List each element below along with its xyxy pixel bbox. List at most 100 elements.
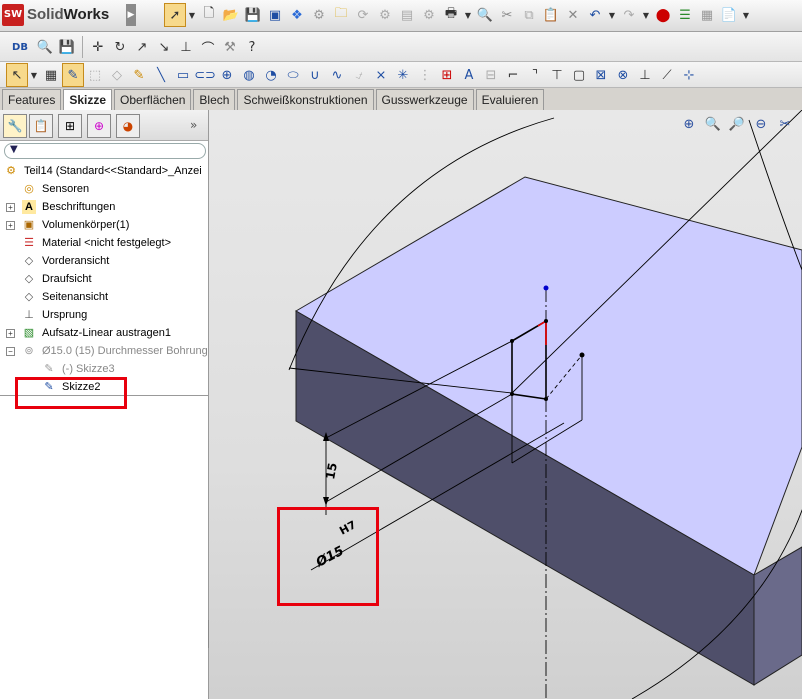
graphics-area[interactable]: 15 Ø15 H7 ⊕ 🔍 🔎 ⊖ ✂	[209, 110, 802, 699]
refresh-icon[interactable]: ⟳	[352, 3, 374, 27]
point-icon[interactable]: ⨯	[370, 63, 392, 87]
tree-item-sensoren[interactable]: ◎ Sensoren	[0, 180, 208, 198]
linear-pattern-icon[interactable]: ⊗	[612, 63, 634, 87]
dimension-icon[interactable]: ✎	[128, 63, 150, 87]
perimeter-circle-icon[interactable]: ◍	[238, 63, 260, 87]
relations-icon[interactable]: ⊥	[634, 63, 656, 87]
display-manager-icon[interactable]: ◕	[116, 114, 140, 138]
feature-manager-tree-icon[interactable]: 🔧	[3, 114, 27, 138]
trim-icon[interactable]: ⊤	[546, 63, 568, 87]
tree-item-material[interactable]: ☰ Material <nicht festgelegt>	[0, 234, 208, 252]
mirror-entities-icon[interactable]: ⊞	[436, 63, 458, 87]
text-icon[interactable]: A	[458, 63, 480, 87]
tree-item-skizze3[interactable]: ✎ (-) Skizze3	[0, 360, 208, 378]
zoom-icon[interactable]: 🔍	[34, 35, 56, 59]
collapse-icon[interactable]: −	[6, 347, 15, 356]
quick-snaps-icon[interactable]: ⊹	[678, 63, 700, 87]
depth-dimension-label[interactable]: 15	[323, 462, 340, 481]
help-icon[interactable]: ?	[241, 35, 263, 59]
centerline-icon[interactable]: ✳	[392, 63, 414, 87]
properties-icon[interactable]: 📄	[718, 3, 740, 27]
base-icon[interactable]: ⊥	[175, 35, 197, 59]
chevron-down-icon[interactable]: ▼	[640, 3, 652, 27]
tab-schweisskonstruktionen[interactable]: Schweißkonstruktionen	[237, 89, 374, 110]
tab-blech[interactable]: Blech	[193, 89, 236, 110]
chevron-down-icon[interactable]: ▼	[186, 3, 198, 27]
previous-view-icon[interactable]: 🔎	[726, 114, 748, 134]
assembly-icon[interactable]: ❖	[286, 3, 308, 27]
tab-skizze[interactable]: Skizze	[63, 89, 113, 111]
print-preview-icon[interactable]: 🔍	[474, 3, 496, 27]
smart-dimension-icon[interactable]: ◇	[106, 63, 128, 87]
print-icon[interactable]: 🖶	[440, 3, 462, 27]
section-view-icon[interactable]: ✂	[774, 114, 796, 134]
convert-entities-icon[interactable]: ⊠	[590, 63, 612, 87]
save-icon[interactable]: 💾	[242, 3, 264, 27]
expand-icon[interactable]: +	[6, 221, 15, 230]
tree-item-ursprung[interactable]: ⊥ Ursprung	[0, 306, 208, 324]
redo-icon[interactable]: ↷	[618, 3, 640, 27]
chevron-down-icon[interactable]: ▼	[462, 3, 474, 27]
tree-item-volumenkoerper[interactable]: + ▣ Volumenkörper(1)	[0, 216, 208, 234]
tree-item-aufsatz[interactable]: + ▧ Aufsatz-Linear austragen1	[0, 324, 208, 342]
grid-icon[interactable]: ▦	[40, 63, 62, 87]
fillet-icon[interactable]: ⌐	[502, 63, 524, 87]
tab-evaluieren[interactable]: Evaluieren	[475, 89, 545, 110]
tab-oberflaechen[interactable]: Oberflächen	[114, 89, 192, 110]
rebuild-icon[interactable]: ⚙	[308, 3, 330, 27]
undo-icon[interactable]: ↶	[584, 3, 606, 27]
tab-gusswerkzeuge[interactable]: Gusswerkzeuge	[375, 89, 474, 110]
options-icon[interactable]: ⚙	[418, 3, 440, 27]
grid-options-icon[interactable]: ▦	[696, 3, 718, 27]
copy-icon[interactable]: ⧉	[518, 3, 540, 27]
zoom-out-icon[interactable]: ⊖	[750, 114, 772, 134]
select-arrow-icon[interactable]: ➚	[164, 3, 186, 27]
dimxpert-icon[interactable]: ⊕	[87, 114, 111, 138]
circle-icon[interactable]: ⊕	[216, 63, 238, 87]
zoom-to-fit-icon[interactable]: ⊕	[678, 114, 700, 134]
list-icon[interactable]: ☰	[674, 3, 696, 27]
tree-item-draufsicht[interactable]: ◇ Draufsicht	[0, 270, 208, 288]
pattern-icon[interactable]: ⚙	[374, 3, 396, 27]
tree-item-vorderansicht[interactable]: ◇ Vorderansicht	[0, 252, 208, 270]
line-icon[interactable]: ╲	[150, 63, 172, 87]
tree-item-bohrung[interactable]: − ⊚ Ø15.0 (15) Durchmesser Bohrung1	[0, 342, 208, 360]
expand-pane-icon[interactable]: »	[190, 118, 197, 132]
offset-icon[interactable]: ▢	[568, 63, 590, 87]
save-all-icon[interactable]: ▣	[264, 3, 286, 27]
tree-item-beschriftungen[interactable]: + A Beschriftungen	[0, 198, 208, 216]
new-document-icon[interactable]: 🗋	[198, 3, 220, 27]
expand-icon[interactable]: +	[6, 329, 15, 338]
chevron-down-icon[interactable]: ▼	[606, 3, 618, 27]
arc-icon[interactable]: ◔	[260, 63, 282, 87]
chevron-down-icon[interactable]: ▼	[740, 3, 752, 27]
slot-icon[interactable]: ⊂⊃	[194, 63, 216, 87]
arch-icon[interactable]: ⌒	[197, 35, 219, 59]
ellipse-icon[interactable]: ⬭	[282, 63, 304, 87]
tree-item-seitenansicht[interactable]: ◇ Seitenansicht	[0, 288, 208, 306]
cut-icon[interactable]: ✂	[496, 3, 518, 27]
property-manager-icon[interactable]: 📋	[29, 114, 53, 138]
open-folder-icon[interactable]: 📂	[220, 3, 242, 27]
rectangle-icon[interactable]: ▭	[172, 63, 194, 87]
save-icon[interactable]: 💾	[56, 35, 78, 59]
sketch-icon[interactable]: ✎	[62, 63, 84, 87]
parabola-icon[interactable]: ∪	[304, 63, 326, 87]
traffic-light-icon[interactable]: ⬤	[652, 3, 674, 27]
plane-icon[interactable]: ⊟	[480, 63, 502, 87]
line-arrow-icon[interactable]: ↗	[131, 35, 153, 59]
db-button[interactable]: DB	[6, 35, 34, 59]
diagonal-arrow-icon[interactable]: ↘	[153, 35, 175, 59]
mirror-icon[interactable]: ⋮	[414, 63, 436, 87]
delete-icon[interactable]: ✕	[562, 3, 584, 27]
3d-sketch-icon[interactable]: ⬚	[84, 63, 106, 87]
zoom-to-area-icon[interactable]: 🔍	[702, 114, 724, 134]
tree-root[interactable]: ⚙ Teil14 (Standard<<Standard>_Anzei	[0, 162, 208, 180]
chamfer-icon[interactable]: ⌝	[524, 63, 546, 87]
tool-icon[interactable]: ⚒	[219, 35, 241, 59]
file-properties-icon[interactable]: ▤	[396, 3, 418, 27]
repair-icon[interactable]: ⟋	[656, 63, 678, 87]
menu-expand-arrow[interactable]: ▶	[126, 4, 136, 26]
filter-input[interactable]: ▼	[4, 143, 206, 159]
rotate-icon[interactable]: ↻	[109, 35, 131, 59]
